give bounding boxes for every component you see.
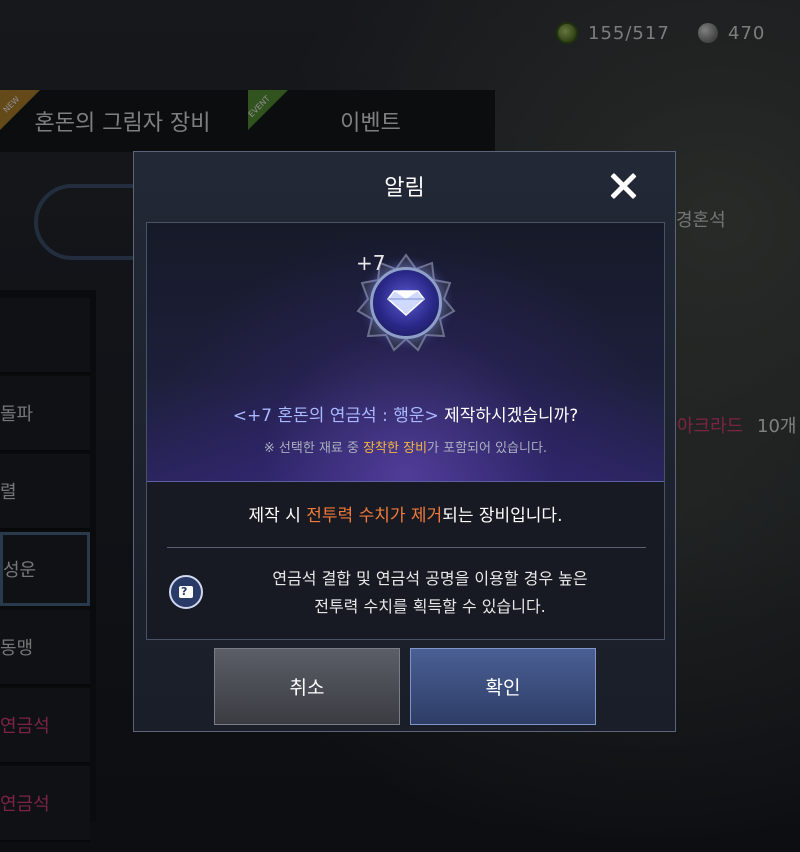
tip-text: 연금석 결합 및 연금석 공명을 이용할 경우 높은 전투력 수치를 획득할 수… bbox=[215, 565, 645, 621]
warn-prefix: 제작 시 bbox=[248, 506, 307, 526]
power-removal-warning: 제작 시 전투력 수치가 제거되는 장비입니다. bbox=[147, 501, 664, 526]
confirm-button[interactable]: 확인 bbox=[410, 648, 596, 725]
question-suffix: 제작하시겠습니까? bbox=[438, 406, 579, 426]
guide-book-icon[interactable] bbox=[169, 575, 203, 609]
equipped-note: ※ 선택한 재료 중 장착한 장비가 포함되어 있습니다. bbox=[147, 437, 664, 456]
note-suffix: 가 포함되어 있습니다. bbox=[427, 441, 548, 456]
item-name: <+7 혼돈의 연금석 : 행운> bbox=[232, 406, 439, 426]
item-panel: +7 <+7 혼돈의 연금석 : 행운> 제작하시겠습니까? ※ 선택한 재료 … bbox=[147, 223, 664, 482]
dialog-title: 알림 bbox=[384, 176, 425, 201]
note-highlight: 장착한 장비 bbox=[363, 441, 428, 456]
note-prefix: ※ 선택한 재료 중 bbox=[263, 441, 364, 456]
cancel-button[interactable]: 취소 bbox=[214, 648, 400, 725]
close-icon[interactable] bbox=[607, 170, 639, 202]
notice-dialog: 알림 +7 <+7 혼돈의 연금석 : 행운> 제작하시겠습니까? ※ 선택한 bbox=[133, 151, 676, 732]
warn-highlight: 전투력 수치가 제거 bbox=[306, 506, 443, 526]
warn-suffix: 되는 장비입니다. bbox=[442, 506, 563, 526]
alchemy-stone-item: +7 bbox=[356, 251, 456, 353]
dialog-content: +7 <+7 혼돈의 연금석 : 행운> 제작하시겠습니까? ※ 선택한 재료 … bbox=[146, 222, 665, 640]
crystal-icon bbox=[386, 290, 426, 317]
divider bbox=[167, 547, 646, 548]
enhance-level: +7 bbox=[356, 251, 386, 275]
tip-line: 연금석 결합 및 연금석 공명을 이용할 경우 높은 bbox=[272, 569, 588, 588]
tip-line: 전투력 수치를 획득할 수 있습니다. bbox=[314, 597, 546, 616]
craft-question: <+7 혼돈의 연금석 : 행운> 제작하시겠습니까? bbox=[147, 401, 664, 426]
